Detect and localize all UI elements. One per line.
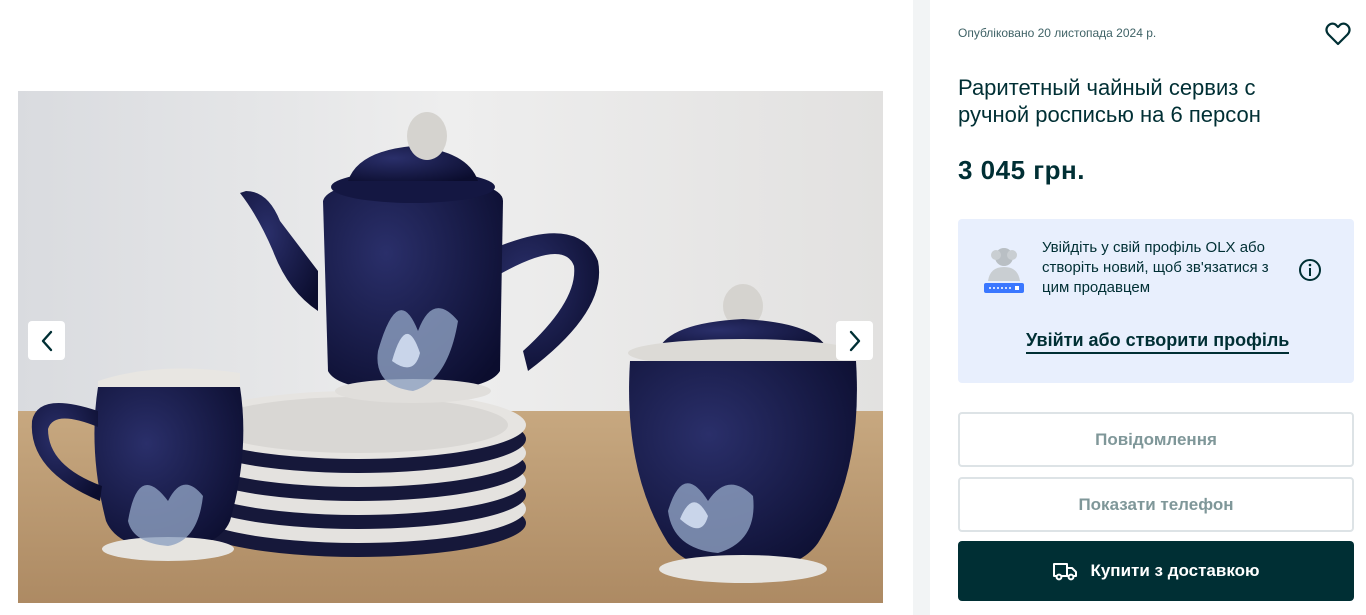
- chevron-left-icon: [41, 330, 52, 351]
- chevron-right-icon: [849, 330, 860, 351]
- login-prompt-text: Увійдіть у свій профіль OLX або створіть…: [1042, 239, 1269, 296]
- gallery-prev-button[interactable]: [28, 321, 65, 360]
- image-gallery: [0, 0, 913, 615]
- ad-sidebar: Опубліковано 20 листопада 2024 р. Рарите…: [930, 0, 1366, 615]
- profile-illustration-icon: [984, 248, 1024, 293]
- tea-set-image: [18, 91, 883, 603]
- login-or-register-link[interactable]: Увійти або створити профіль: [1026, 330, 1290, 354]
- ad-price: 3 045 грн.: [958, 155, 1085, 185]
- ad-title: Раритетный чайный сервиз с ручной роспис…: [958, 75, 1261, 127]
- message-button[interactable]: Повідомлення: [958, 412, 1354, 467]
- product-photo[interactable]: [18, 91, 883, 603]
- favorite-button[interactable]: [1324, 20, 1352, 48]
- login-prompt: Увійдіть у свій профіль OLX або створіть…: [958, 219, 1354, 383]
- heart-icon: [1325, 22, 1351, 46]
- buy-button-label: Купити з доставкою: [1090, 561, 1260, 580]
- gallery-next-button[interactable]: [836, 321, 873, 360]
- buy-with-delivery-button[interactable]: Купити з доставкою: [958, 541, 1354, 601]
- info-icon[interactable]: [1298, 258, 1322, 282]
- show-phone-button[interactable]: Показати телефон: [958, 477, 1354, 532]
- truck-icon: [1053, 563, 1078, 581]
- published-date: Опубліковано 20 листопада 2024 р.: [958, 26, 1157, 40]
